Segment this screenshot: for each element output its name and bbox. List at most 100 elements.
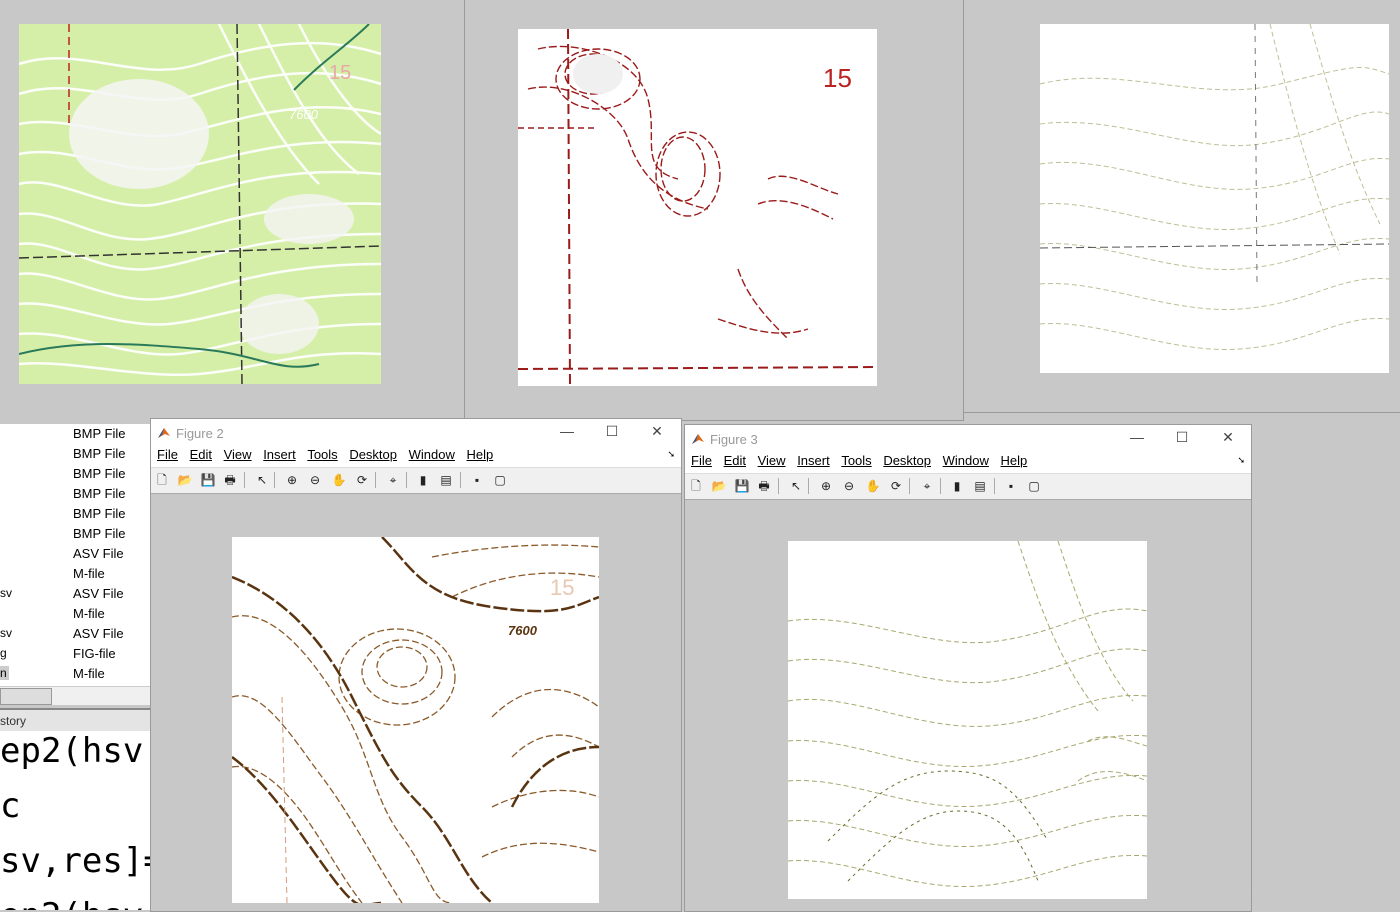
pointer-icon[interactable]: ↖ (788, 478, 804, 494)
file-row[interactable]: M-file (0, 604, 150, 624)
toolbar-separator (375, 472, 376, 488)
print-icon[interactable]: 🖶 (222, 472, 238, 488)
pan-hand-icon[interactable]: ✋ (331, 472, 347, 488)
figure-2-window: Figure 2 — ☐ ✕ File Edit View Insert Too… (150, 418, 682, 912)
file-type: ASV File (73, 546, 124, 561)
legend-icon[interactable]: ▤ (438, 472, 454, 488)
rotate-3d-icon[interactable]: ⟳ (354, 472, 370, 488)
zoom-in-icon[interactable]: ⊕ (284, 472, 300, 488)
menu-insert[interactable]: Insert (797, 453, 830, 468)
zoom-in-icon[interactable]: ⊕ (818, 478, 834, 494)
matlab-logo-icon (158, 428, 170, 438)
file-type: ASV File (73, 626, 124, 641)
print-icon[interactable]: 🖶 (756, 478, 772, 494)
colorbar-icon[interactable]: ▮ (415, 472, 431, 488)
file-row[interactable]: sv ASV File (0, 584, 150, 604)
command-history-header[interactable]: story (0, 708, 150, 733)
file-row-selected[interactable]: n M-file (0, 664, 150, 684)
show-plot-tools-icon[interactable]: ▢ (1026, 478, 1042, 494)
file-pane-scrollbar[interactable] (0, 686, 150, 705)
menu-view[interactable]: View (224, 447, 252, 462)
file-row[interactable]: BMP File (0, 504, 150, 524)
figure-3-titlebar[interactable]: Figure 3 — ☐ ✕ (685, 425, 1251, 453)
toolbar-separator (994, 478, 995, 494)
file-row[interactable]: BMP File (0, 484, 150, 504)
figure-2-titlebar[interactable]: Figure 2 — ☐ ✕ (151, 419, 681, 447)
menu-file[interactable]: File (157, 447, 178, 462)
menu-desktop[interactable]: Desktop (349, 447, 397, 462)
show-plot-tools-icon[interactable]: ▢ (492, 472, 508, 488)
zoom-out-icon[interactable]: ⊖ (307, 472, 323, 488)
save-icon[interactable]: 💾 (734, 478, 750, 494)
figure-title: Figure 2 (176, 425, 224, 441)
figure-window-top-middle: 15 (465, 0, 964, 421)
figure-3-window: Figure 3 — ☐ ✕ File Edit View Insert Too… (684, 424, 1252, 912)
open-folder-icon[interactable]: 📂 (711, 478, 727, 494)
csdn-watermark: https://blog.csdn.net/qq_40515692 (1150, 882, 1365, 898)
olive-layer-image (1040, 24, 1389, 373)
file-row[interactable]: BMP File (0, 464, 150, 484)
history-line[interactable]: sv,res]= (0, 841, 150, 881)
figure-title: Figure 3 (710, 431, 758, 447)
menu-help[interactable]: Help (467, 447, 494, 462)
data-cursor-icon[interactable]: ⌖ (385, 472, 401, 488)
toolbar-separator (406, 472, 407, 488)
file-row[interactable]: BMP File (0, 444, 150, 464)
history-line[interactable]: ep2(hsv, (0, 896, 150, 910)
dock-arrow-icon[interactable]: ➘ (667, 449, 675, 460)
minimize-button[interactable]: — (557, 423, 577, 439)
menu-edit[interactable]: Edit (724, 453, 746, 468)
map-label-15: 15 (329, 62, 351, 84)
toolbar-separator (778, 478, 779, 494)
history-line[interactable]: ep2(hsv, (0, 731, 150, 771)
file-row[interactable]: sv ASV File (0, 624, 150, 644)
colorbar-icon[interactable]: ▮ (949, 478, 965, 494)
save-icon[interactable]: 💾 (200, 472, 216, 488)
zoom-out-icon[interactable]: ⊖ (841, 478, 857, 494)
pointer-icon[interactable]: ↖ (254, 472, 270, 488)
menu-tools[interactable]: Tools (841, 453, 871, 468)
pan-hand-icon[interactable]: ✋ (865, 478, 881, 494)
menu-tools[interactable]: Tools (307, 447, 337, 462)
file-row[interactable]: g FIG-file (0, 644, 150, 664)
close-button[interactable]: ✕ (1218, 429, 1238, 446)
menu-edit[interactable]: Edit (190, 447, 212, 462)
hide-plot-tools-icon[interactable]: ▪ (1003, 478, 1019, 494)
maximize-button[interactable]: ☐ (602, 423, 622, 440)
dock-arrow-icon[interactable]: ➘ (1237, 455, 1245, 466)
file-type: BMP File (73, 486, 126, 501)
new-file-icon[interactable]: 🗋 (154, 472, 170, 488)
menu-insert[interactable]: Insert (263, 447, 296, 462)
menu-file[interactable]: File (691, 453, 712, 468)
menu-window[interactable]: Window (409, 447, 455, 462)
olive-layer-svg (1040, 24, 1389, 350)
close-button[interactable]: ✕ (647, 423, 667, 440)
file-row[interactable]: BMP File (0, 524, 150, 544)
figure-3-menubar: File Edit View Insert Tools Desktop Wind… (685, 453, 1251, 473)
scrollbar-thumb[interactable] (0, 688, 52, 705)
toolbar-separator (274, 472, 275, 488)
maximize-button[interactable]: ☐ (1172, 429, 1192, 446)
file-row[interactable]: M-file (0, 564, 150, 584)
command-history-title: story (0, 714, 27, 728)
menu-desktop[interactable]: Desktop (883, 453, 931, 468)
matlab-logo-icon (692, 434, 704, 444)
menu-window[interactable]: Window (943, 453, 989, 468)
red-layer-svg: 15 (518, 29, 877, 386)
rotate-3d-icon[interactable]: ⟳ (888, 478, 904, 494)
legend-icon[interactable]: ▤ (972, 478, 988, 494)
menu-view[interactable]: View (758, 453, 786, 468)
new-file-icon[interactable]: 🗋 (688, 478, 704, 494)
file-type: BMP File (73, 426, 126, 441)
hide-plot-tools-icon[interactable]: ▪ (469, 472, 485, 488)
data-cursor-icon[interactable]: ⌖ (919, 478, 935, 494)
toolbar-separator (909, 478, 910, 494)
open-folder-icon[interactable]: 📂 (177, 472, 193, 488)
history-line[interactable]: c (0, 786, 20, 826)
toolbar-separator (940, 478, 941, 494)
file-row[interactable]: ASV File (0, 544, 150, 564)
menu-help[interactable]: Help (1001, 453, 1028, 468)
minimize-button[interactable]: — (1127, 429, 1147, 445)
file-row[interactable]: BMP File (0, 424, 150, 444)
brown-label-15: 15 (550, 575, 574, 600)
